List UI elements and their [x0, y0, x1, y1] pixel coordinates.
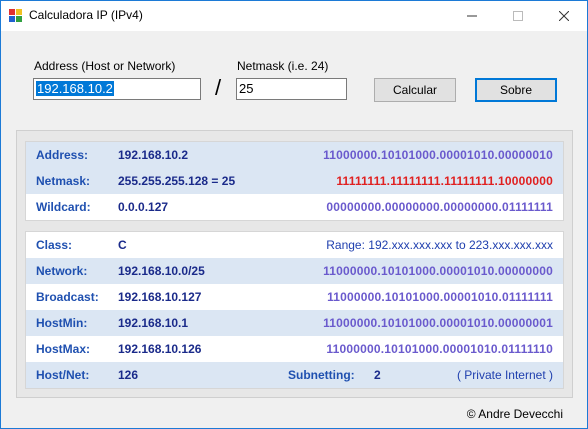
netmask-label: Netmask (i.e. 24)	[237, 59, 329, 73]
maximize-icon	[513, 11, 523, 21]
maximize-button[interactable]	[495, 1, 541, 31]
network-row: Network: 192.168.10.0/25 11000000.101010…	[26, 258, 563, 284]
hostmax-row: HostMax: 192.168.10.126 11000000.1010100…	[26, 336, 563, 362]
address-row: Address: 192.168.10.2 11000000.10101000.…	[26, 142, 563, 168]
address-panel: Address: 192.168.10.2 11000000.10101000.…	[25, 141, 564, 221]
row-label: Address:	[36, 148, 89, 162]
close-icon	[559, 11, 569, 21]
row-binary: 11000000.10101000.00001010.00000001	[323, 316, 553, 330]
subnetting-value: 2	[374, 368, 381, 382]
mask-separator: /	[215, 75, 222, 100]
calculator-window: Calculadora IP (IPv4) Address (Host or N…	[0, 0, 588, 429]
row-label: Network:	[36, 264, 88, 278]
address-label: Address (Host or Network)	[34, 59, 176, 73]
minimize-button[interactable]	[449, 1, 495, 31]
row-binary: 00000000.00000000.00000000.01111111	[326, 200, 553, 214]
row-value: 255.255.255.128 = 25	[118, 174, 236, 188]
wildcard-row: Wildcard: 0.0.0.127 00000000.00000000.00…	[26, 194, 563, 220]
window-title: Calculadora IP (IPv4)	[29, 8, 143, 22]
row-value: 192.168.10.2	[118, 148, 189, 162]
address-value: 192.168.10.2	[36, 81, 114, 96]
broadcast-row: Broadcast: 192.168.10.127 11000000.10101…	[26, 284, 563, 310]
row-label: Wildcard:	[36, 200, 91, 214]
hosts-row: Host/Net: 126 Subnetting: 2 ( Private In…	[26, 362, 563, 388]
row-value: 126	[118, 368, 139, 382]
title-bar[interactable]: Calculadora IP (IPv4)	[1, 1, 587, 31]
row-binary: 11000000.10101000.00001010.01111110	[326, 342, 553, 356]
row-label: HostMax:	[36, 342, 91, 356]
subnetting-label: Subnetting:	[288, 368, 355, 382]
row-label: Class:	[36, 238, 73, 252]
row-label: Host/Net:	[36, 368, 90, 382]
network-panel: Class: C Range: 192.xxx.xxx.xxx to 223.x…	[25, 231, 564, 389]
netmask-row: Netmask: 255.255.255.128 = 25 11111111.1…	[26, 168, 563, 194]
about-button[interactable]: Sobre	[475, 78, 557, 102]
row-value: 192.168.10.127	[118, 290, 202, 304]
results-area: Address: 192.168.10.2 11000000.10101000.…	[16, 130, 573, 398]
row-binary: 11000000.10101000.00001010.00000010	[323, 148, 553, 162]
row-binary: 11000000.10101000.00001010.01111111	[327, 290, 553, 304]
netmask-input[interactable]: 25	[236, 78, 347, 100]
row-label: HostMin:	[36, 316, 88, 330]
hostmin-row: HostMin: 192.168.10.1 11000000.10101000.…	[26, 310, 563, 336]
class-range: Range: 192.xxx.xxx.xxx to 223.xxx.xxx.xx…	[326, 238, 553, 252]
minimize-icon	[467, 15, 477, 17]
row-binary: 11000000.10101000.00001010.00000000	[323, 264, 553, 278]
row-value: 192.168.10.126	[118, 342, 202, 356]
row-value: C	[118, 238, 127, 252]
author-credit: © Andre Devecchi	[466, 407, 563, 421]
address-input[interactable]: 192.168.10.2	[33, 78, 201, 100]
netmask-value: 25	[239, 81, 254, 96]
class-row: Class: C Range: 192.xxx.xxx.xxx to 223.x…	[26, 232, 563, 258]
calculate-button[interactable]: Calcular	[374, 78, 456, 102]
row-value: 0.0.0.127	[118, 200, 169, 214]
row-value: 192.168.10.0/25	[118, 264, 205, 278]
row-value: 192.168.10.1	[118, 316, 189, 330]
row-label: Netmask:	[36, 174, 91, 188]
network-type: ( Private Internet )	[456, 368, 553, 382]
row-binary: 11111111.11111111.11111111.10000000	[336, 174, 553, 188]
row-label: Broadcast:	[36, 290, 99, 304]
app-icon	[9, 9, 23, 23]
close-button[interactable]	[541, 1, 587, 31]
